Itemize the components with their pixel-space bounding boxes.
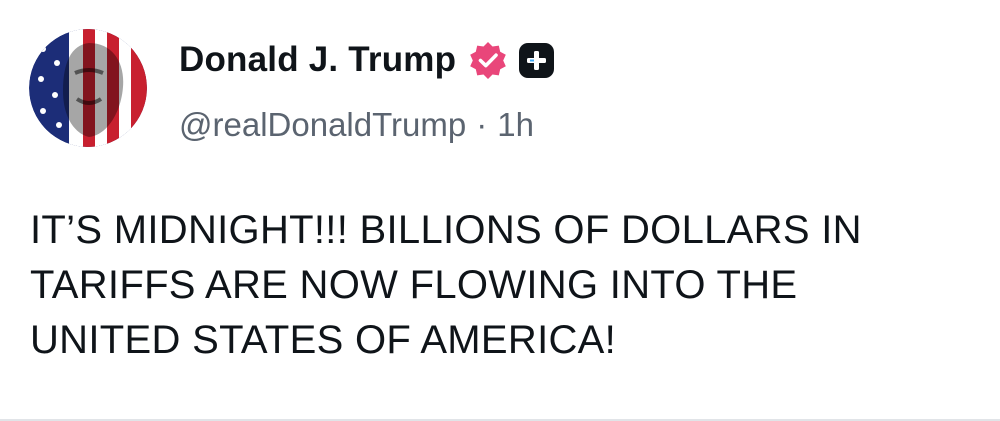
flag-portrait-image: [29, 29, 147, 147]
author-handle[interactable]: @realDonaldTrump: [179, 106, 466, 144]
verified-badge-icon[interactable]: [468, 40, 508, 80]
post-header: Donald J. Trump @realDonaldTrump · 1h: [179, 36, 555, 144]
plus-badge-icon[interactable]: [518, 42, 555, 79]
author-display-name[interactable]: Donald J. Trump: [179, 40, 456, 80]
handle-row: @realDonaldTrump · 1h: [179, 106, 555, 144]
name-row: Donald J. Trump: [179, 36, 555, 84]
post-card: Donald J. Trump @realDonaldTrump · 1h IT…: [0, 0, 1000, 421]
profile-avatar[interactable]: [29, 29, 147, 147]
post-text: IT’S MIDNIGHT!!! BILLIONS OF DOLLARS IN …: [30, 208, 862, 362]
post-timestamp[interactable]: 1h: [497, 106, 534, 144]
separator-dot: ·: [476, 106, 488, 143]
